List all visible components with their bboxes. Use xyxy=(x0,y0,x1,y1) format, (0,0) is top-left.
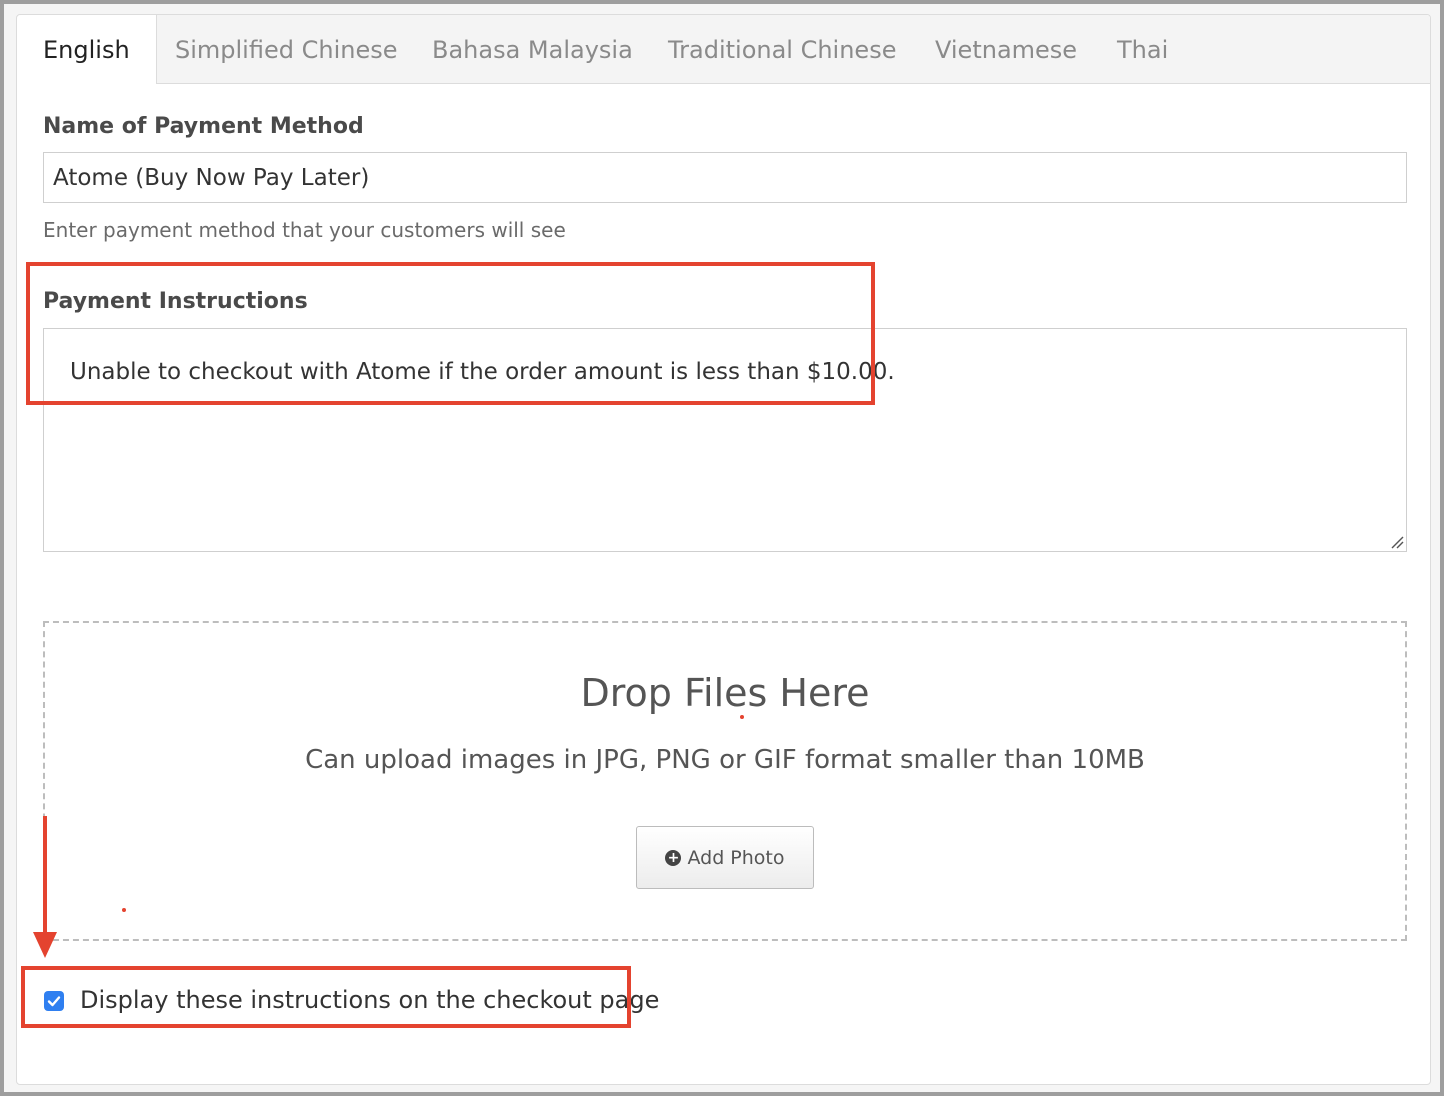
resize-handle-icon[interactable] xyxy=(1390,535,1404,549)
tab-simplified-chinese[interactable]: Simplified Chinese xyxy=(175,15,397,83)
payment-name-label: Name of Payment Method xyxy=(43,114,364,139)
dropzone-subtitle: Can upload images in JPG, PNG or GIF for… xyxy=(305,745,1145,775)
annotation-dot xyxy=(740,715,744,719)
checkmark-icon xyxy=(47,996,61,1007)
tab-english[interactable]: English xyxy=(17,15,157,84)
plus-circle-icon: + xyxy=(665,849,682,866)
tab-vietnamese[interactable]: Vietnamese xyxy=(935,15,1077,83)
tab-bahasa-malaysia[interactable]: Bahasa Malaysia xyxy=(432,15,633,83)
payment-name-help: Enter payment method that your customers… xyxy=(43,218,566,242)
payment-method-panel: English Simplified Chinese Bahasa Malays… xyxy=(16,14,1431,1085)
payment-instructions-text: Unable to checkout with Atome if the ord… xyxy=(70,359,895,385)
screenshot-frame: English Simplified Chinese Bahasa Malays… xyxy=(4,4,1440,1092)
dropzone-title: Drop Files Here xyxy=(580,671,870,715)
add-photo-label: Add Photo xyxy=(687,846,785,869)
tab-thai[interactable]: Thai xyxy=(1117,15,1168,83)
tab-traditional-chinese[interactable]: Traditional Chinese xyxy=(668,15,896,83)
annotation-dot xyxy=(122,908,126,912)
display-instructions-label[interactable]: Display these instructions on the checko… xyxy=(80,986,659,1014)
language-tabs: English Simplified Chinese Bahasa Malays… xyxy=(17,15,1430,84)
annotation-arrow-icon xyxy=(33,816,57,958)
payment-instructions-textarea[interactable]: Unable to checkout with Atome if the ord… xyxy=(43,328,1407,552)
add-photo-button[interactable]: + Add Photo xyxy=(636,826,814,889)
file-dropzone[interactable]: Drop Files Here Can upload images in JPG… xyxy=(43,621,1407,941)
display-instructions-checkbox[interactable] xyxy=(44,991,64,1011)
payment-instructions-label: Payment Instructions xyxy=(43,289,308,314)
payment-name-input[interactable] xyxy=(43,152,1407,203)
